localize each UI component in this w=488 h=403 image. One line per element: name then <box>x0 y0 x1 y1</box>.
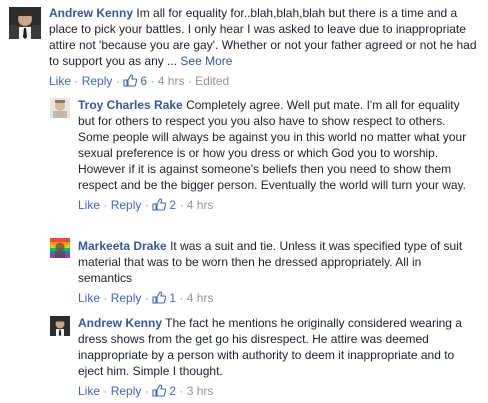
separator: · <box>144 291 149 305</box>
reply-actions: Like · Reply · 1 · 4 hrs <box>78 290 478 308</box>
timestamp[interactable]: 4 hrs <box>187 291 214 305</box>
reply: Markeeta Drake It was a suit and tie. Un… <box>0 233 488 313</box>
separator: · <box>115 74 120 88</box>
rainbow-avatar-icon <box>50 238 70 258</box>
thumbs-up-icon[interactable] <box>152 198 167 215</box>
separator: · <box>187 74 192 88</box>
reply-link[interactable]: Reply <box>111 198 142 212</box>
separator: · <box>144 198 149 212</box>
reply-text: Completely agree. Well put mate. I'm all… <box>78 98 467 192</box>
separator: · <box>150 74 155 88</box>
separator: · <box>144 384 149 398</box>
reply: Troy Charles Rake Completely agree. Well… <box>0 92 488 233</box>
comment-author[interactable]: Andrew Kenny <box>49 6 133 20</box>
reply-actions: Like · Reply · 2 · 4 hrs <box>78 197 478 215</box>
timestamp[interactable]: 4 hrs <box>158 74 185 88</box>
separator: · <box>179 198 184 212</box>
person-avatar-icon <box>50 98 70 118</box>
like-link[interactable]: Like <box>78 198 100 212</box>
see-more-link[interactable]: See More <box>180 54 232 68</box>
comment-content: Andrew Kenny Im all for equality for..bl… <box>49 5 479 69</box>
reaction-count[interactable]: 1 <box>169 291 176 305</box>
separator: · <box>103 198 108 212</box>
reply-body: Andrew Kenny The fact he mentions he ori… <box>78 315 478 401</box>
reaction-count[interactable]: 2 <box>169 384 176 398</box>
reply-author[interactable]: Markeeta Drake <box>78 239 167 253</box>
like-link[interactable]: Like <box>78 291 100 305</box>
reply-body: Markeeta Drake It was a suit and tie. Un… <box>78 238 478 308</box>
reply-content: Markeeta Drake It was a suit and tie. Un… <box>78 238 478 286</box>
reply-link[interactable]: Reply <box>82 74 113 88</box>
separator: · <box>74 74 79 88</box>
like-link[interactable]: Like <box>49 74 71 88</box>
timestamp[interactable]: 4 hrs <box>187 198 214 212</box>
reaction-count[interactable]: 6 <box>140 74 147 88</box>
separator: · <box>179 291 184 305</box>
reply-link[interactable]: Reply <box>111 384 142 398</box>
like-link[interactable]: Like <box>78 384 100 398</box>
separator: · <box>179 384 184 398</box>
comment-body: Andrew Kenny Im all for equality for..bl… <box>49 5 479 91</box>
reply-body: Troy Charles Rake Completely agree. Well… <box>78 97 478 215</box>
reaction-count[interactable]: 2 <box>169 198 176 212</box>
thumbs-up-icon[interactable] <box>152 384 167 401</box>
separator: · <box>103 384 108 398</box>
comment-actions: Like · Reply · 6 · 4 hrs · Edited <box>49 73 479 91</box>
person-avatar-icon <box>9 7 41 39</box>
reply-link[interactable]: Reply <box>111 291 142 305</box>
reply-author[interactable]: Troy Charles Rake <box>78 98 183 112</box>
thumbs-up-icon[interactable] <box>123 74 138 91</box>
avatar[interactable] <box>9 7 41 39</box>
reply-actions: Like · Reply · 2 · 3 hrs <box>78 383 478 401</box>
reply-content: Andrew Kenny The fact he mentions he ori… <box>78 315 478 379</box>
avatar[interactable] <box>50 316 70 336</box>
reply-author[interactable]: Andrew Kenny <box>78 316 162 330</box>
comment: Andrew Kenny Im all for equality for..bl… <box>0 0 488 92</box>
reply: Andrew Kenny The fact he mentions he ori… <box>0 313 488 403</box>
separator: · <box>103 291 108 305</box>
reply-content: Troy Charles Rake Completely agree. Well… <box>78 97 478 193</box>
edited-label[interactable]: Edited <box>195 74 229 88</box>
thumbs-up-icon[interactable] <box>152 291 167 308</box>
avatar[interactable] <box>50 98 70 118</box>
person-avatar-icon <box>50 316 70 336</box>
timestamp[interactable]: 3 hrs <box>187 384 214 398</box>
avatar[interactable] <box>50 238 70 258</box>
